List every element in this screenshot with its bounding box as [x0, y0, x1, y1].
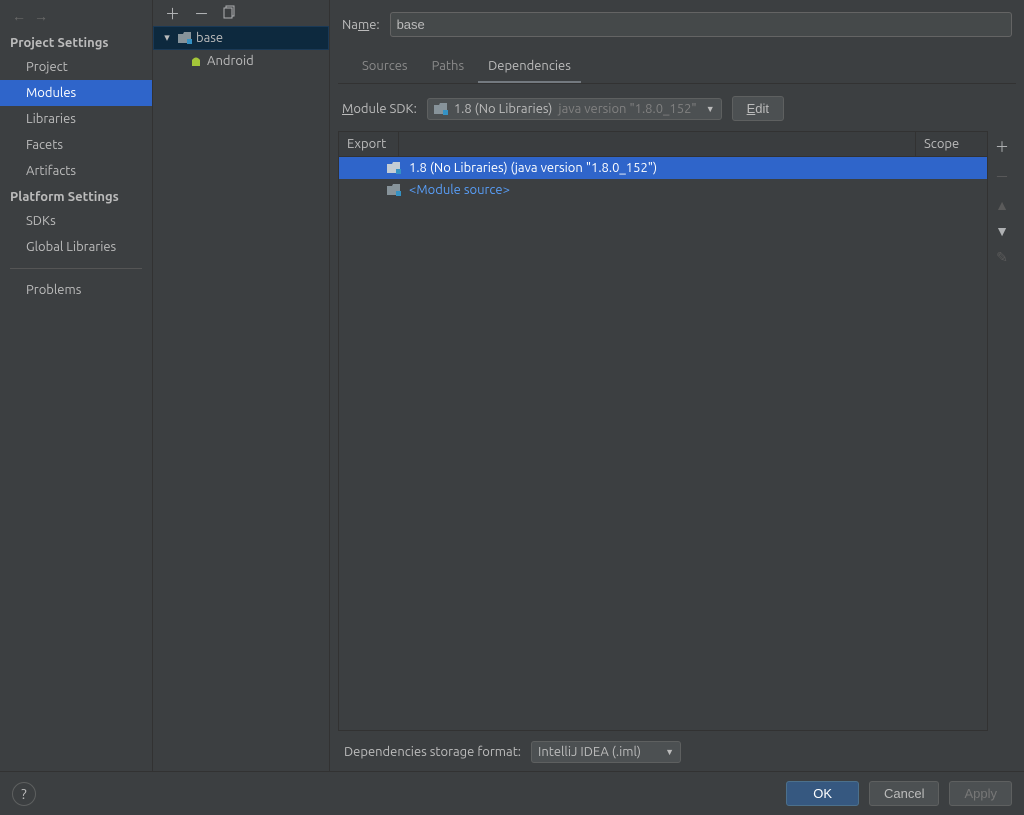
apply-button[interactable]: Apply [949, 781, 1012, 806]
storage-format-label: Dependencies storage format: [344, 745, 521, 759]
tree-module-base[interactable]: ▾ base [153, 26, 329, 50]
name-label: Name: [342, 18, 380, 32]
nav-divider [10, 268, 142, 269]
tab-paths[interactable]: Paths [422, 53, 475, 84]
ok-button[interactable]: OK [786, 781, 859, 806]
tree-module-base-label: base [196, 30, 223, 46]
col-name [399, 132, 915, 156]
section-project-settings: Project Settings [0, 30, 152, 54]
module-sdk-label: Module SDK: [342, 102, 417, 116]
dialog-footer: ? OK Cancel Apply [0, 771, 1024, 815]
nav-global-libraries[interactable]: Global Libraries [0, 234, 152, 260]
tab-dependencies[interactable]: Dependencies [478, 53, 581, 84]
chevron-down-icon[interactable]: ▾ [160, 30, 174, 46]
module-detail-panel: Name: Sources Paths Dependencies Module … [330, 0, 1024, 771]
section-platform-settings: Platform Settings [0, 184, 152, 208]
chevron-down-icon: ▼ [665, 747, 674, 757]
storage-format-combo[interactable]: IntelliJ IDEA (.iml) ▼ [531, 741, 681, 763]
module-name-input[interactable] [390, 12, 1012, 37]
move-up-icon: ▲ [995, 197, 1009, 213]
android-icon [189, 55, 203, 67]
nav-artifacts[interactable]: Artifacts [0, 158, 152, 184]
nav-problems[interactable]: Problems [0, 277, 152, 303]
module-folder-icon [178, 32, 192, 44]
add-dependency-icon[interactable]: ＋ [995, 137, 1009, 157]
copy-module-icon[interactable] [223, 5, 237, 22]
nav-sdks[interactable]: SDKs [0, 208, 152, 234]
tree-facet-android[interactable]: Android [153, 50, 329, 72]
tab-underline [338, 83, 1016, 84]
nav-project[interactable]: Project [0, 54, 152, 80]
dependency-row-sdk-label: 1.8 (No Libraries) (java version "1.8.0_… [409, 161, 657, 175]
edit-sdk-button[interactable]: Edit [732, 96, 784, 121]
nav-forward-icon[interactable]: → [34, 8, 48, 24]
nav-facets[interactable]: Facets [0, 132, 152, 158]
col-scope[interactable]: Scope [915, 132, 987, 156]
nav-modules[interactable]: Modules [0, 80, 152, 106]
module-sdk-combo[interactable]: 1.8 (No Libraries) java version "1.8.0_1… [427, 98, 722, 120]
nav-libraries[interactable]: Libraries [0, 106, 152, 132]
cancel-button[interactable]: Cancel [869, 781, 939, 806]
sdk-folder-icon [387, 162, 403, 174]
move-down-icon[interactable]: ▼ [995, 223, 1009, 239]
remove-module-icon[interactable]: － [194, 3, 209, 24]
settings-nav: ← → Project Settings Project Modules Lib… [0, 0, 153, 771]
col-export[interactable]: Export [339, 132, 399, 156]
source-folder-icon [387, 184, 403, 196]
module-sdk-version: java version "1.8.0_152" [558, 102, 696, 116]
nav-back-icon[interactable]: ← [12, 8, 26, 24]
tree-facet-android-label: Android [207, 53, 254, 69]
edit-dependency-icon: ✎ [996, 249, 1008, 266]
storage-format-value: IntelliJ IDEA (.iml) [538, 745, 641, 759]
help-icon[interactable]: ? [12, 782, 36, 806]
add-module-icon[interactable]: ＋ [165, 3, 180, 24]
dependency-toolbar: ＋ － ▲ ▼ ✎ [988, 131, 1016, 731]
dependency-row-module-source-label: <Module source> [409, 183, 510, 197]
dependency-row-module-source[interactable]: <Module source> [339, 179, 987, 201]
module-sdk-value: 1.8 (No Libraries) [454, 102, 553, 116]
module-tree-panel: ＋ － ▾ base Android [153, 0, 330, 771]
chevron-down-icon: ▼ [706, 104, 715, 114]
dependencies-table: Export Scope 1.8 (No Libraries) (java ve… [338, 131, 988, 731]
dependency-row-sdk[interactable]: 1.8 (No Libraries) (java version "1.8.0_… [339, 157, 987, 179]
remove-dependency-icon: － [995, 167, 1009, 187]
tab-sources[interactable]: Sources [352, 53, 418, 84]
sdk-folder-icon [434, 103, 448, 115]
